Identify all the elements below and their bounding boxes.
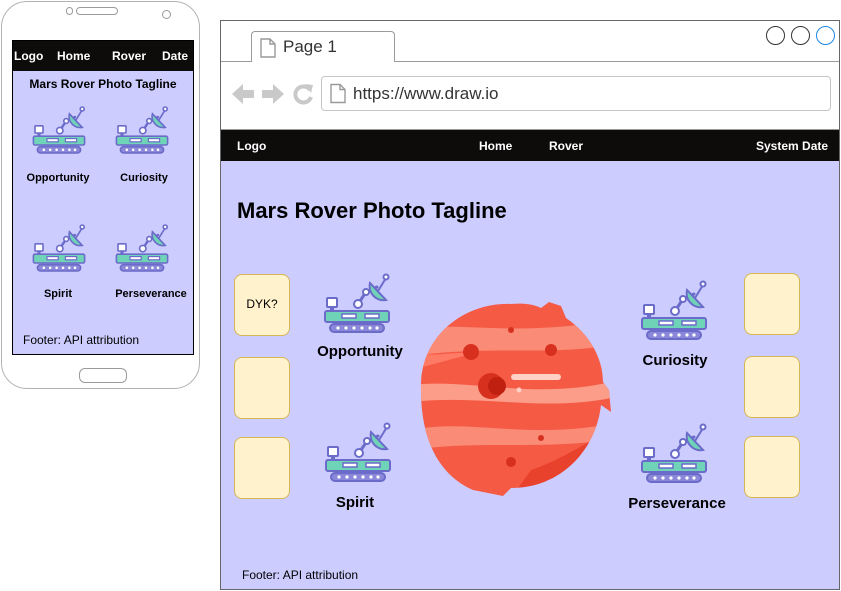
fact-card[interactable]: [744, 356, 800, 418]
rover-label-spirit[interactable]: Spirit: [295, 494, 415, 511]
rover-icon[interactable]: [114, 221, 170, 273]
mobile-device-frame: Logo Home Rover Date Mars Rover Photo Ta…: [1, 1, 200, 389]
browser-window: Page 1 https://www.draw.io Logo Home Rov…: [220, 20, 840, 590]
fact-card[interactable]: [744, 273, 800, 335]
reload-icon[interactable]: [292, 83, 314, 105]
fact-card[interactable]: DYK?: [234, 274, 290, 336]
rover-label-curiosity[interactable]: Curiosity: [615, 352, 735, 369]
nav-logo[interactable]: Logo: [237, 139, 266, 153]
mobile-nav-rover[interactable]: Rover: [112, 49, 146, 63]
nav-rover[interactable]: Rover: [549, 139, 583, 153]
nav-home[interactable]: Home: [479, 139, 512, 153]
rover-icon[interactable]: [639, 420, 709, 484]
mobile-page-title: Mars Rover Photo Tagline: [29, 77, 177, 91]
window-button-close[interactable]: [816, 26, 835, 45]
mobile-nav-logo[interactable]: Logo: [14, 49, 43, 63]
fact-card[interactable]: [744, 436, 800, 498]
url-text[interactable]: https://www.draw.io: [353, 84, 499, 104]
footer: Footer: API attribution: [242, 568, 359, 582]
page-icon: [330, 83, 346, 104]
page-content: Logo Home Rover System Date Mars Rover P…: [221, 130, 839, 589]
nav-system-date: System Date: [756, 139, 829, 153]
page-title: Mars Rover Photo Tagline: [237, 198, 507, 223]
mobile-rover-label-spirit[interactable]: Spirit: [13, 288, 103, 300]
phone-home-button[interactable]: [79, 368, 127, 383]
mobile-navbar: Logo Home Rover Date: [13, 41, 193, 71]
phone-speaker: [66, 6, 124, 15]
rover-icon[interactable]: [323, 419, 393, 483]
page-icon: [260, 38, 276, 58]
rover-icon[interactable]: [31, 103, 87, 155]
mobile-nav-date: Date: [162, 49, 189, 63]
address-bar[interactable]: https://www.draw.io: [321, 76, 831, 111]
window-button-minimize[interactable]: [766, 26, 785, 45]
fact-card-text: DYK?: [246, 297, 278, 311]
tab-label: Page 1: [283, 37, 337, 56]
fact-card[interactable]: [234, 437, 290, 499]
browser-tab[interactable]: Page 1: [251, 31, 395, 62]
mobile-rover-label-perseverance[interactable]: Perseverance: [106, 288, 193, 300]
rover-icon[interactable]: [114, 103, 170, 155]
rover-icon[interactable]: [31, 221, 87, 273]
fact-card[interactable]: [234, 357, 290, 419]
window-button-maximize[interactable]: [791, 26, 810, 45]
mobile-screen: Logo Home Rover Date Mars Rover Photo Ta…: [12, 40, 194, 355]
back-arrow-icon[interactable]: [231, 83, 255, 105]
rover-icon[interactable]: [322, 270, 392, 334]
mars-planet-icon: [420, 302, 611, 496]
rover-label-perseverance[interactable]: Perseverance: [617, 495, 737, 512]
rover-label-opportunity[interactable]: Opportunity: [300, 343, 420, 360]
mobile-footer: Footer: API attribution: [23, 333, 140, 347]
forward-arrow-icon[interactable]: [261, 83, 285, 105]
mobile-nav-home[interactable]: Home: [57, 49, 90, 63]
mobile-rover-label-opportunity[interactable]: Opportunity: [13, 172, 103, 184]
phone-camera-icon: [162, 10, 171, 19]
rover-icon[interactable]: [639, 277, 709, 341]
mobile-rover-label-curiosity[interactable]: Curiosity: [99, 172, 189, 184]
navbar: Logo Home Rover System Date: [221, 130, 839, 161]
